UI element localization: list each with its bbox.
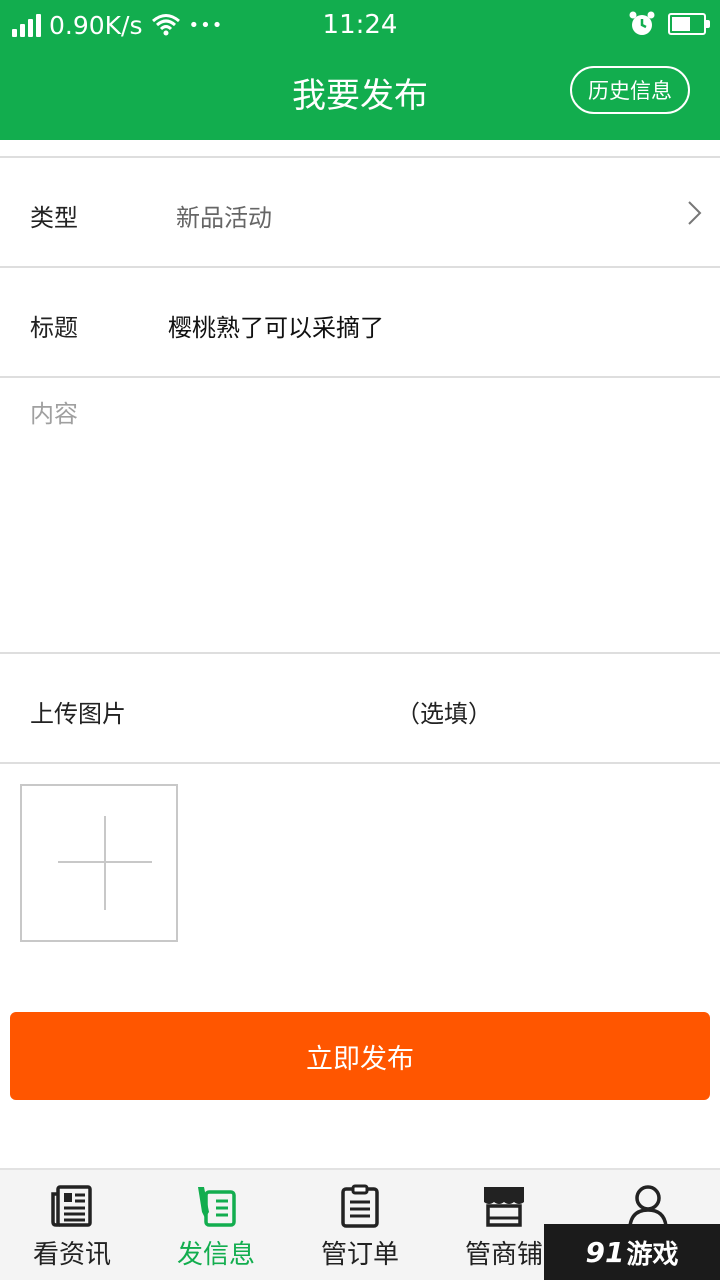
status-bar: 0.90K/s ••• 11:24 [0,0,720,50]
news-icon [51,1185,92,1227]
tab-orders-label: 管订单 [320,1240,399,1270]
watermark-number: 91 [585,1235,625,1269]
content-placeholder: 内容 [30,400,78,428]
tab-publish[interactable]: 发信息 [144,1170,288,1280]
tab-news-label: 看资讯 [32,1240,111,1270]
type-label: 类型 [30,204,78,232]
watermark-logo: 91 游戏 [544,1224,720,1280]
user-icon [628,1185,668,1227]
upload-row: 上传图片 （选填） [0,654,720,764]
status-time: 11:24 [322,10,398,40]
publish-button[interactable]: 立即发布 [10,1012,710,1100]
tab-orders[interactable]: 管订单 [288,1170,432,1280]
alarm-icon [629,11,655,35]
upload-label: 上传图片 [30,700,126,728]
watermark-text: 游戏 [626,1239,679,1270]
battery-level [672,17,690,31]
history-button[interactable]: 历史信息 [570,66,690,114]
status-right [628,10,710,38]
publish-icon [198,1187,236,1227]
tab-news[interactable]: 看资讯 [0,1170,144,1280]
type-value: 新品活动 [176,204,272,232]
order-list-icon [341,1184,379,1228]
upload-hint: （选填） [396,700,492,728]
title-input[interactable]: 樱桃熟了可以采摘了 [168,308,384,343]
content-textarea[interactable]: 内容 [0,378,720,654]
chevron-right-icon [688,201,702,225]
top-divider [0,140,720,158]
type-row[interactable]: 类型 新品活动 [0,158,720,268]
title-row: 标题 樱桃熟了可以采摘了 [0,268,720,378]
battery-icon [668,13,710,35]
title-label: 标题 [30,314,78,342]
plus-icon-vertical [104,816,106,910]
add-image-button[interactable] [20,784,178,942]
title-bar: 我要发布 历史信息 [0,50,720,140]
store-icon [484,1187,524,1227]
tab-publish-label: 发信息 [176,1240,255,1270]
